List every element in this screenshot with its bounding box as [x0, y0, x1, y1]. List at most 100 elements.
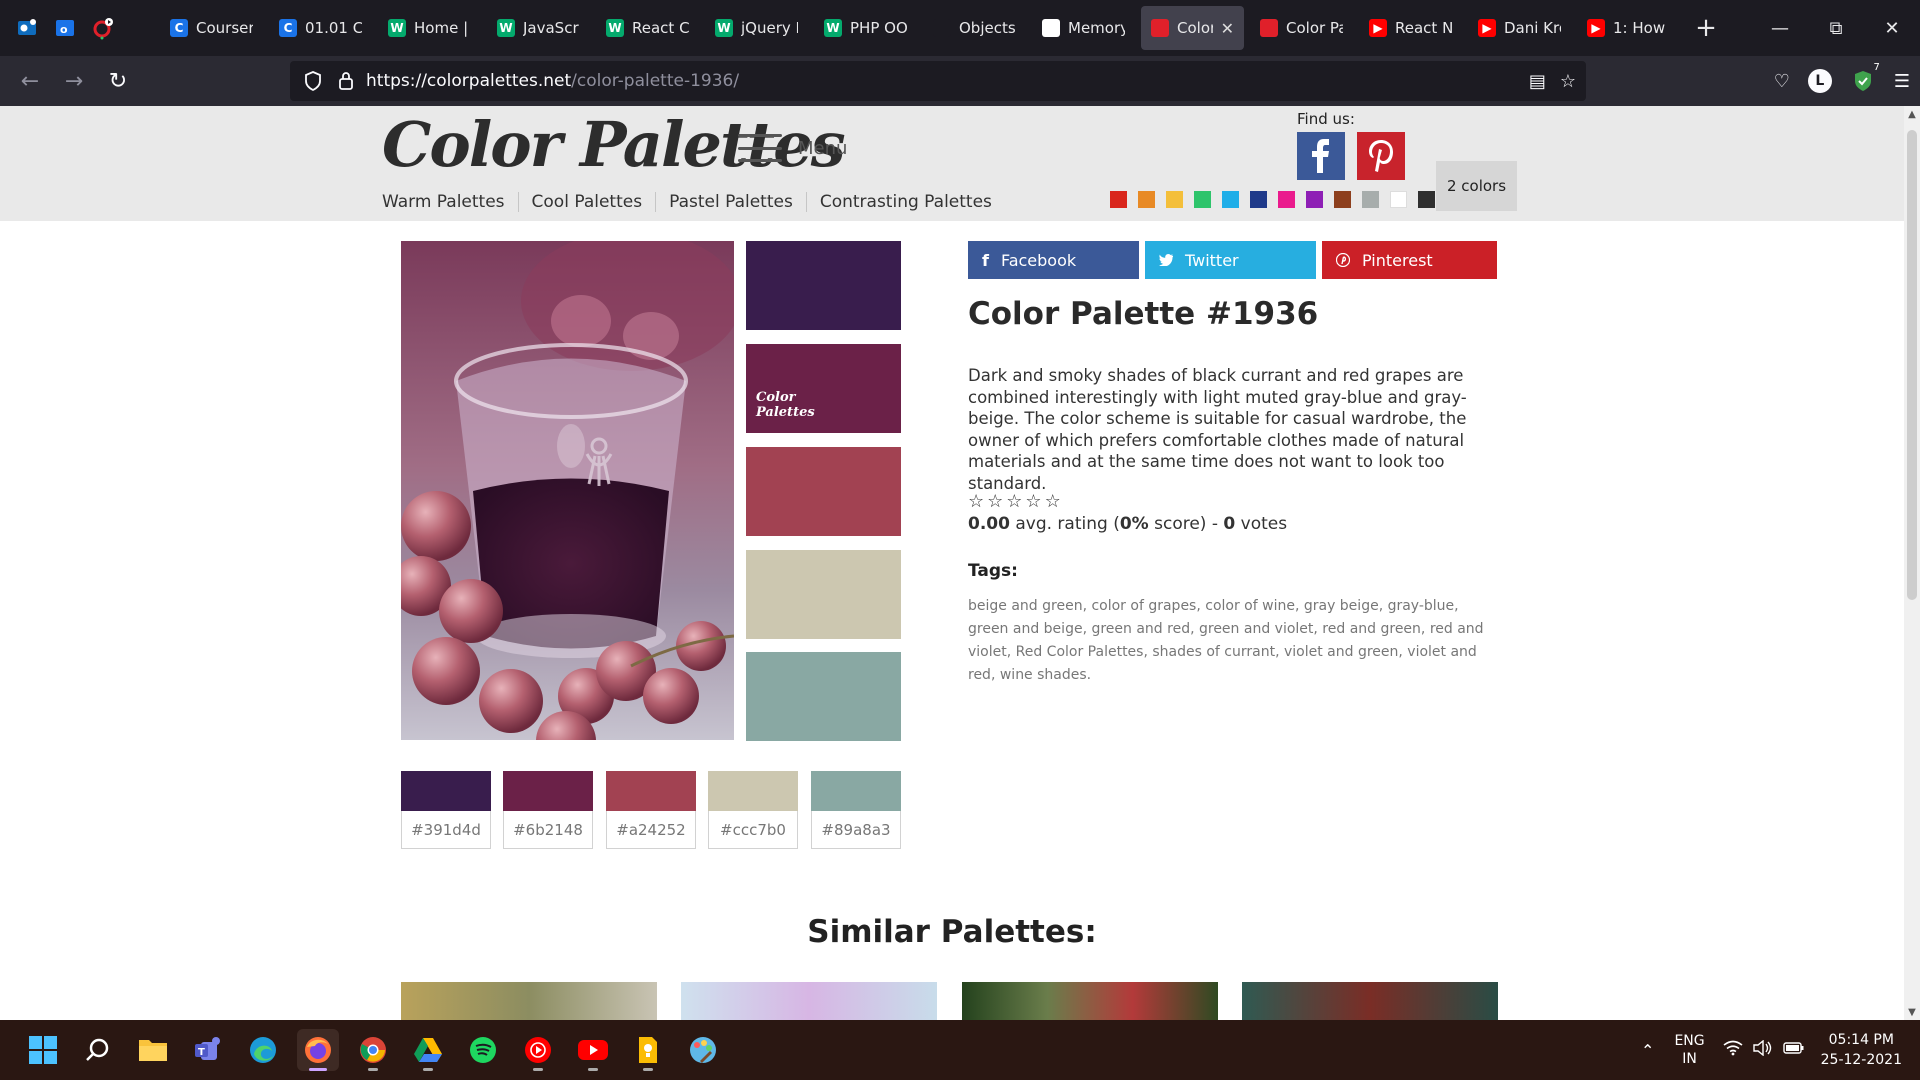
- color-filter-swatch[interactable]: [1166, 191, 1183, 208]
- share-facebook-button[interactable]: f Facebook: [968, 241, 1139, 279]
- rating-star-icon[interactable]: ☆: [1006, 491, 1022, 512]
- facebook-icon[interactable]: [1297, 132, 1345, 180]
- hex-chip[interactable]: #391d4d: [401, 771, 491, 849]
- share-twitter-button[interactable]: Twitter: [1145, 241, 1316, 279]
- pinterest-icon[interactable]: [1357, 132, 1405, 180]
- hex-code[interactable]: #6b2148: [503, 811, 593, 849]
- language-indicator[interactable]: ENG IN: [1674, 1032, 1704, 1068]
- address-bar[interactable]: https://colorpalettes.net/color-palette-…: [290, 61, 1586, 101]
- color-filter-swatch[interactable]: [1390, 191, 1407, 208]
- teams-icon[interactable]: T: [187, 1029, 229, 1071]
- color-filter-swatch[interactable]: [1110, 191, 1127, 208]
- wifi-icon[interactable]: [1723, 1040, 1743, 1060]
- hex-code[interactable]: #391d4d: [401, 811, 491, 849]
- spotify-icon[interactable]: [462, 1029, 504, 1071]
- bookmark-star-icon[interactable]: ☆: [1560, 71, 1576, 92]
- similar-palette-thumbnail[interactable]: [1242, 982, 1498, 1020]
- youtube-icon[interactable]: [572, 1029, 614, 1071]
- battery-icon[interactable]: [1782, 1041, 1805, 1059]
- hex-chip[interactable]: #ccc7b0: [708, 771, 798, 849]
- color-filter-swatch[interactable]: [1334, 191, 1351, 208]
- tracking-protection-icon[interactable]: [304, 71, 322, 91]
- firefox-icon[interactable]: [297, 1029, 339, 1071]
- hex-chip[interactable]: #89a8a3: [811, 771, 901, 849]
- rating-star-icon[interactable]: ☆: [1045, 491, 1061, 512]
- keep-notes-icon[interactable]: [627, 1029, 669, 1071]
- browser-tab[interactable]: W React C: [596, 6, 699, 50]
- rating-star-icon[interactable]: ☆: [968, 491, 984, 512]
- browser-tab[interactable]: ▶ Dani Kro: [1468, 6, 1571, 50]
- rating-star-icon[interactable]: ☆: [1025, 491, 1041, 512]
- browser-tab[interactable]: W PHP OO: [814, 6, 917, 50]
- color-filter-swatch[interactable]: [1138, 191, 1155, 208]
- browser-tab[interactable]: Color ✕: [1141, 6, 1244, 50]
- nav-link-pastel-palettes[interactable]: Pastel Palettes: [669, 192, 807, 212]
- scroll-down-icon[interactable]: ▼: [1904, 1004, 1920, 1020]
- account-avatar[interactable]: L: [1807, 69, 1832, 93]
- reload-icon[interactable]: ↻: [96, 61, 140, 101]
- edge-icon[interactable]: [242, 1029, 284, 1071]
- minimize-icon[interactable]: —: [1752, 0, 1808, 56]
- nav-link-contrasting-palettes[interactable]: Contrasting Palettes: [820, 192, 1005, 212]
- menu-button[interactable]: Menu: [738, 134, 847, 162]
- browser-tab[interactable]: ▶ 1: How t: [1577, 6, 1680, 50]
- pinned-tab-opera-icon[interactable]: [88, 13, 118, 43]
- extension-shield-icon[interactable]: 7: [1850, 62, 1882, 94]
- scroll-up-icon[interactable]: ▲: [1904, 106, 1920, 122]
- two-colors-button[interactable]: 2 colors: [1436, 161, 1517, 211]
- page-scrollbar[interactable]: ▲ ▼: [1904, 106, 1920, 1020]
- scrollbar-thumb[interactable]: [1907, 130, 1917, 600]
- browser-tab[interactable]: WjQuery E: [705, 6, 808, 50]
- color-filter-swatch[interactable]: [1250, 191, 1267, 208]
- pinned-tab-outlook-mail-icon[interactable]: o: [50, 13, 80, 43]
- search-icon[interactable]: [77, 1029, 119, 1071]
- browser-tab[interactable]: ▶ React N: [1359, 6, 1462, 50]
- browser-tab[interactable]: W Home |: [378, 6, 481, 50]
- app-menu-icon[interactable]: ☰: [1894, 71, 1910, 92]
- pocket-icon[interactable]: ♡: [1774, 71, 1790, 92]
- url-text[interactable]: https://colorpalettes.net/color-palette-…: [366, 71, 739, 91]
- color-filter-swatch[interactable]: [1222, 191, 1239, 208]
- restore-icon[interactable]: ⧉: [1808, 0, 1864, 56]
- hex-chip[interactable]: #6b2148: [503, 771, 593, 849]
- new-tab-button[interactable]: +: [1686, 8, 1726, 48]
- volume-icon[interactable]: [1752, 1039, 1773, 1060]
- clock[interactable]: 05:14 PM 25-12-2021: [1821, 1030, 1902, 1070]
- similar-palette-thumbnail[interactable]: [401, 982, 657, 1020]
- close-window-icon[interactable]: ✕: [1864, 0, 1920, 56]
- file-explorer-icon[interactable]: [132, 1029, 174, 1071]
- lock-icon[interactable]: [338, 71, 354, 91]
- hex-code[interactable]: #ccc7b0: [708, 811, 798, 849]
- browser-tab[interactable]: Objects: [923, 6, 1026, 50]
- hex-code[interactable]: #89a8a3: [811, 811, 901, 849]
- hex-code[interactable]: #a24252: [606, 811, 696, 849]
- color-filter-swatch[interactable]: [1306, 191, 1323, 208]
- browser-tab[interactable]: Color Pa: [1250, 6, 1353, 50]
- color-filter-swatch[interactable]: [1418, 191, 1435, 208]
- color-filter-swatch[interactable]: [1362, 191, 1379, 208]
- nav-link-cool-palettes[interactable]: Cool Palettes: [532, 192, 657, 212]
- close-tab-icon[interactable]: ✕: [1221, 19, 1234, 38]
- pinned-tab-outlook-icon[interactable]: [12, 13, 42, 43]
- browser-tab[interactable]: W JavaScri: [487, 6, 590, 50]
- similar-palette-thumbnail[interactable]: [962, 982, 1218, 1020]
- paint-app-icon[interactable]: [682, 1029, 724, 1071]
- start-icon[interactable]: [22, 1029, 64, 1071]
- back-icon[interactable]: ←: [8, 61, 52, 101]
- tags-list[interactable]: beige and green, color of grapes, color …: [968, 595, 1498, 687]
- reader-view-icon[interactable]: ▤: [1529, 71, 1546, 92]
- share-pinterest-button[interactable]: Pinterest: [1322, 241, 1497, 279]
- google-drive-icon[interactable]: [407, 1029, 449, 1071]
- browser-tab[interactable]: C 01.01 Co: [269, 6, 372, 50]
- color-filter-swatch[interactable]: [1194, 191, 1211, 208]
- browser-tab[interactable]: Memory: [1032, 6, 1135, 50]
- nav-link-warm-palettes[interactable]: Warm Palettes: [382, 192, 519, 212]
- youtube-music-icon[interactable]: [517, 1029, 559, 1071]
- show-hidden-icons-chevron-icon[interactable]: ⌃: [1641, 1041, 1654, 1060]
- forward-icon[interactable]: →: [52, 61, 96, 101]
- chrome-icon[interactable]: [352, 1029, 394, 1071]
- rating-star-icon[interactable]: ☆: [987, 491, 1003, 512]
- hex-chip[interactable]: #a24252: [606, 771, 696, 849]
- similar-palette-thumbnail[interactable]: [681, 982, 937, 1020]
- browser-tab[interactable]: C Coursera: [160, 6, 263, 50]
